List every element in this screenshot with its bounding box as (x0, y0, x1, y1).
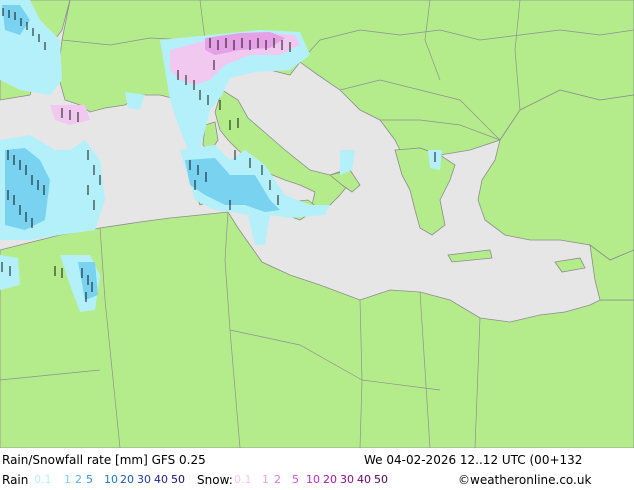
snow-legend-entry: 10 (306, 473, 320, 486)
map-datetime: We 04-02-2026 12..12 UTC (00+132 (364, 453, 583, 467)
credit-link[interactable]: ©weatheronline.co.uk (458, 470, 591, 490)
snow-legend-entry: 1 (262, 473, 269, 486)
rain-legend-entry: 2 (75, 473, 82, 486)
rain-legend-entry: 50 (171, 473, 185, 486)
map-title: Rain/Snowfall rate [mm] GFS 0.25 (2, 453, 206, 467)
rain-legend-entry: 10 (104, 473, 118, 486)
rain-legend-entry: 20 (120, 473, 134, 486)
rain-legend-entry: 0.1 (34, 473, 52, 486)
rain-legend-label: Rain (2, 473, 29, 487)
map-footer: Rain/Snowfall rate [mm] GFS 0.25 We 04-0… (0, 448, 634, 490)
snow-legend-entry: 20 (323, 473, 337, 486)
snow-legend-entry: 0.1 (234, 473, 252, 486)
rain-legend-entry: 40 (154, 473, 168, 486)
snow-legend-entry: 2 (274, 473, 281, 486)
rain-legend-entry: 1 (64, 473, 71, 486)
snow-legend-entry: 30 (340, 473, 354, 486)
snow-legend-entry: 40 (357, 473, 371, 486)
snow-legend-entry: 50 (374, 473, 388, 486)
footer-row-legend: Rain 0.1 1 2 5 10 20 30 40 50 Snow: 0.1 … (0, 470, 634, 490)
footer-row-title: Rain/Snowfall rate [mm] GFS 0.25 We 04-0… (0, 450, 634, 470)
precipitation-map (0, 0, 634, 448)
snow-legend-label: Snow: (197, 473, 233, 487)
rain-legend-entry: 30 (137, 473, 151, 486)
rain-legend-entry: 5 (86, 473, 93, 486)
snow-legend-entry: 5 (292, 473, 299, 486)
